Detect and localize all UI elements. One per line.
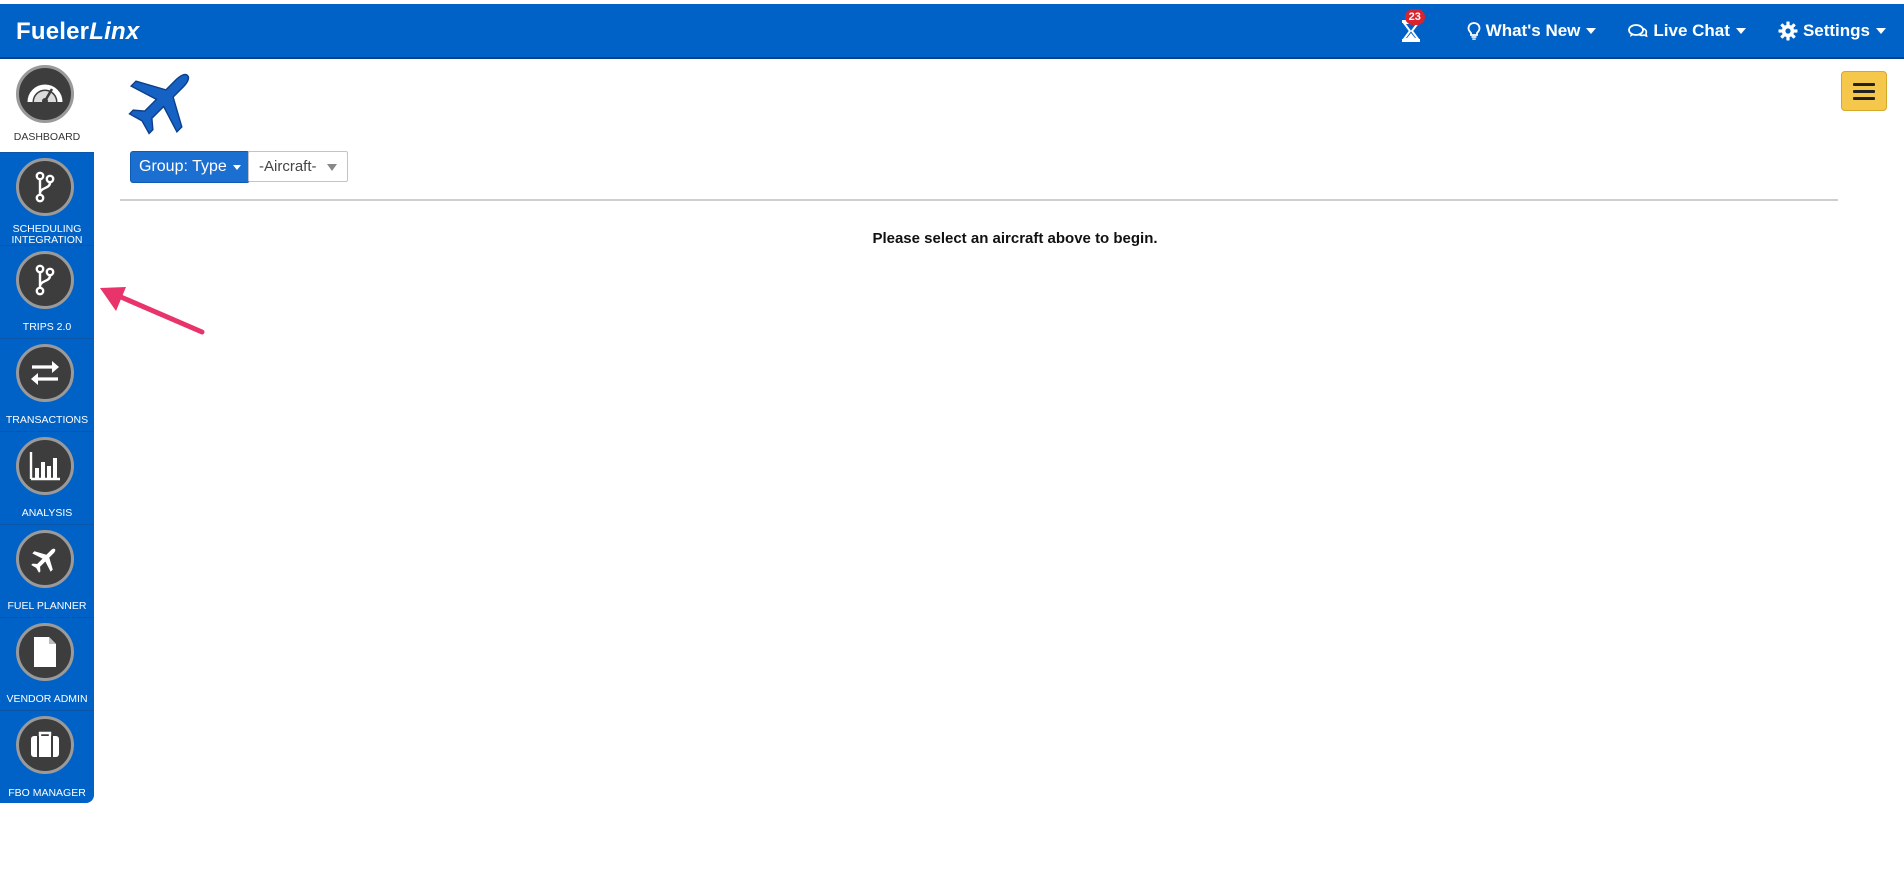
sidebar-item-label: FUEL PLANNER (7, 600, 87, 612)
notification-badge: 23 (1404, 8, 1425, 25)
briefcase-icon (31, 731, 59, 757)
sidebar-item-scheduling-integration[interactable]: SCHEDULING INTEGRATION (0, 152, 94, 246)
sidebar-item-dashboard[interactable]: DASHBOARD (0, 59, 94, 153)
sidebar: DASHBOARD SCHEDULING INTEGRATION TRIPS 2… (0, 59, 94, 803)
aircraft-select[interactable]: -Aircraft- (248, 151, 348, 182)
settings-label: Settings (1802, 20, 1870, 40)
lightbulb-icon (1467, 21, 1481, 40)
chevron-down-icon (327, 164, 337, 171)
sidebar-icon-circle (16, 716, 74, 774)
hamburger-bar (1853, 96, 1875, 100)
live-chat-menu[interactable]: Live Chat (1628, 21, 1746, 41)
swap-arrows-icon (31, 361, 59, 385)
chevron-down-icon (232, 164, 241, 170)
bar-chart-icon (29, 452, 60, 481)
sidebar-item-analysis[interactable]: ANALYSIS (0, 431, 94, 525)
settings-menu[interactable]: Settings (1778, 21, 1886, 41)
sidebar-item-fuel-planner[interactable]: FUEL PLANNER (0, 524, 94, 618)
whats-new-label: What's New (1485, 20, 1581, 40)
nav-right: 23 What's New Live Chat Settings (1399, 4, 1886, 57)
top-navbar: FuelerLinx 23 What's New Live Chat Setti… (0, 4, 1904, 59)
sidebar-item-label: TRIPS 2.0 (22, 321, 72, 333)
empty-state-message: Please select an aircraft above to begin… (872, 230, 1158, 247)
brand-italic: Linx (89, 18, 140, 45)
brand-main: Fueler (16, 18, 90, 45)
sidebar-icon-circle (16, 530, 74, 588)
sidebar-item-label: SCHEDULING INTEGRATION (11, 223, 83, 246)
sidebar-item-vendor-admin[interactable]: VENDOR ADMIN (0, 617, 94, 711)
chevron-down-icon (1876, 27, 1886, 34)
chat-bubbles-icon (1628, 23, 1648, 37)
sidebar-icon-circle (16, 251, 74, 309)
sidebar-item-label: DASHBOARD (13, 131, 81, 143)
airplane-icon (31, 548, 56, 573)
group-type-label: Group: Type (139, 158, 227, 175)
sidebar-icon-circle (16, 437, 74, 495)
aircraft-select-value: -Aircraft- (259, 158, 317, 175)
brand-logo[interactable]: FuelerLinx (16, 18, 139, 46)
sidebar-icon-circle (16, 158, 74, 216)
sidebar-item-label: FBO MANAGER (8, 787, 86, 799)
group-type-dropdown[interactable]: Group: Type (130, 151, 250, 183)
hamburger-bar (1853, 89, 1875, 93)
hamburger-bar (1853, 82, 1875, 86)
sidebar-item-label: VENDOR ADMIN (6, 693, 88, 705)
notifications-button[interactable]: 23 (1399, 8, 1425, 45)
branch-icon (35, 264, 55, 296)
sidebar-item-label: ANALYSIS (21, 507, 73, 519)
sidebar-item-label: TRANSACTIONS (5, 414, 89, 426)
live-chat-label: Live Chat (1653, 20, 1730, 40)
sidebar-item-trips[interactable]: TRIPS 2.0 (0, 245, 94, 339)
divider (120, 199, 1838, 201)
chevron-down-icon (1735, 27, 1746, 34)
sidebar-icon-circle (16, 623, 74, 681)
airplane-icon (128, 73, 190, 135)
chevron-down-icon (1586, 27, 1597, 34)
gear-icon (1778, 21, 1798, 40)
gauge-icon (27, 84, 63, 104)
sidebar-item-transactions[interactable]: TRANSACTIONS (0, 338, 94, 432)
sidebar-item-fbo-manager[interactable]: FBO MANAGER (0, 710, 94, 803)
sidebar-icon-circle (16, 65, 74, 123)
hamburger-menu-button[interactable] (1841, 71, 1887, 111)
sidebar-icon-circle (16, 344, 74, 402)
document-icon (34, 637, 56, 667)
branch-icon (35, 171, 55, 203)
whats-new-menu[interactable]: What's New (1467, 21, 1597, 41)
annotation-arrow-icon (100, 287, 205, 335)
